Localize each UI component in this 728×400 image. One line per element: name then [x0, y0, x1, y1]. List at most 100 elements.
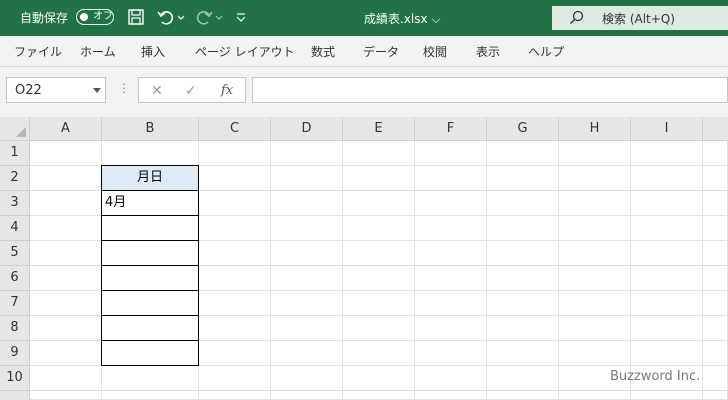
grid-cell[interactable] — [271, 366, 343, 391]
column-header-i[interactable]: I — [631, 117, 703, 141]
row-header-3[interactable]: 3 — [0, 191, 30, 216]
grid-cell[interactable] — [631, 166, 703, 191]
grid-cell[interactable] — [199, 241, 271, 266]
tab-view[interactable]: 表示 — [476, 43, 500, 60]
grid-cell[interactable] — [631, 341, 703, 366]
table-cell-b5[interactable] — [101, 240, 199, 266]
grid-cell[interactable] — [343, 391, 415, 400]
grid-cell[interactable] — [343, 341, 415, 366]
redo-icon[interactable] — [194, 7, 214, 27]
tab-review[interactable]: 校閲 — [423, 43, 447, 60]
grid-cell[interactable] — [703, 241, 728, 266]
grid-cell[interactable] — [703, 266, 728, 291]
grid-cell[interactable] — [199, 341, 271, 366]
grid-cell[interactable] — [559, 391, 631, 400]
grid-cell[interactable] — [631, 291, 703, 316]
row-header-8[interactable]: 8 — [0, 316, 30, 341]
row-header-1[interactable]: 1 — [0, 141, 30, 166]
grid-cell[interactable] — [487, 166, 559, 191]
grid-cell[interactable] — [559, 291, 631, 316]
row-header-5[interactable]: 5 — [0, 241, 30, 266]
table-header-cell[interactable]: 月日 — [101, 165, 199, 191]
grid-cell[interactable] — [30, 391, 102, 400]
name-box-dropdown-icon[interactable] — [93, 88, 101, 93]
tab-formulas[interactable]: 数式 — [311, 43, 335, 60]
grid-cell[interactable] — [559, 191, 631, 216]
grid-cell[interactable] — [30, 166, 102, 191]
search-box[interactable]: 検索 (Alt+Q) — [552, 6, 728, 30]
grid-cell[interactable] — [559, 216, 631, 241]
grid-cell[interactable] — [415, 291, 487, 316]
grid-cell[interactable] — [199, 141, 271, 166]
grid-cell[interactable] — [415, 191, 487, 216]
column-header-d[interactable]: D — [271, 117, 343, 141]
grid-cell[interactable] — [559, 316, 631, 341]
tab-data[interactable]: データ — [363, 43, 399, 60]
grid-cell[interactable] — [271, 291, 343, 316]
grid-cell[interactable] — [703, 191, 728, 216]
grid-cell[interactable] — [415, 166, 487, 191]
row-header-9[interactable]: 9 — [0, 341, 30, 366]
grid-cell[interactable] — [271, 266, 343, 291]
row-header-partial[interactable] — [0, 391, 30, 400]
grid-cell[interactable] — [271, 216, 343, 241]
grid-cell[interactable] — [102, 366, 199, 391]
table-cell-b4[interactable] — [101, 215, 199, 241]
grid-cell[interactable] — [487, 341, 559, 366]
grid-cell[interactable] — [415, 341, 487, 366]
grid-cell[interactable] — [343, 166, 415, 191]
grid-cell[interactable] — [559, 166, 631, 191]
grid-cell[interactable] — [271, 341, 343, 366]
redo-dropdown-icon[interactable] — [214, 7, 224, 27]
grid-cell[interactable] — [199, 216, 271, 241]
grid-cell[interactable] — [199, 391, 271, 400]
grid-cell[interactable] — [199, 191, 271, 216]
grid-cell[interactable] — [703, 141, 728, 166]
grid-cell[interactable] — [271, 166, 343, 191]
column-header-c[interactable]: C — [199, 117, 271, 141]
grid-cell[interactable] — [30, 216, 102, 241]
grid-cell[interactable] — [30, 366, 102, 391]
row-header-10[interactable]: 10 — [0, 366, 30, 391]
grid-cell[interactable] — [199, 166, 271, 191]
grid-cell[interactable] — [631, 391, 703, 400]
grid-cell[interactable] — [30, 266, 102, 291]
grid-cell[interactable] — [30, 341, 102, 366]
tab-help[interactable]: ヘルプ — [528, 43, 564, 60]
grid-cell[interactable] — [631, 191, 703, 216]
grid-cell[interactable] — [487, 316, 559, 341]
column-header-a[interactable]: A — [30, 117, 102, 141]
tab-insert[interactable]: 挿入 — [141, 43, 165, 60]
insert-function-button[interactable]: fx — [221, 83, 233, 98]
grid-cell[interactable] — [271, 391, 343, 400]
grid-cell[interactable] — [487, 266, 559, 291]
grid-cell[interactable] — [487, 391, 559, 400]
row-header-4[interactable]: 4 — [0, 216, 30, 241]
grid-cell[interactable] — [487, 141, 559, 166]
grid-cell[interactable] — [343, 141, 415, 166]
grid-cell[interactable] — [271, 316, 343, 341]
grid-cell[interactable] — [343, 291, 415, 316]
grid-cell[interactable] — [703, 291, 728, 316]
grid-cell[interactable] — [631, 241, 703, 266]
table-cell-b3[interactable]: 4月 — [101, 190, 199, 216]
select-all-corner[interactable] — [0, 117, 30, 141]
grid-cell[interactable] — [559, 241, 631, 266]
column-header-e[interactable]: E — [343, 117, 415, 141]
enter-icon[interactable]: ✓ — [185, 83, 197, 99]
grid-cell[interactable] — [343, 316, 415, 341]
grid-cell[interactable] — [271, 141, 343, 166]
tab-page-layout[interactable]: ページ レイアウト — [195, 43, 295, 60]
grid-cell[interactable] — [559, 141, 631, 166]
grid-cell[interactable] — [631, 141, 703, 166]
grid-cell[interactable] — [487, 291, 559, 316]
grid-cell[interactable] — [487, 216, 559, 241]
grid-cell[interactable] — [102, 391, 199, 400]
autosave-toggle[interactable]: オフ — [76, 9, 114, 25]
grid-cell[interactable] — [30, 241, 102, 266]
grid-cell[interactable] — [703, 391, 728, 400]
cancel-icon[interactable]: ✕ — [151, 83, 163, 99]
grid-cell[interactable] — [559, 341, 631, 366]
grid-cell[interactable] — [199, 291, 271, 316]
grid-cell[interactable] — [631, 316, 703, 341]
